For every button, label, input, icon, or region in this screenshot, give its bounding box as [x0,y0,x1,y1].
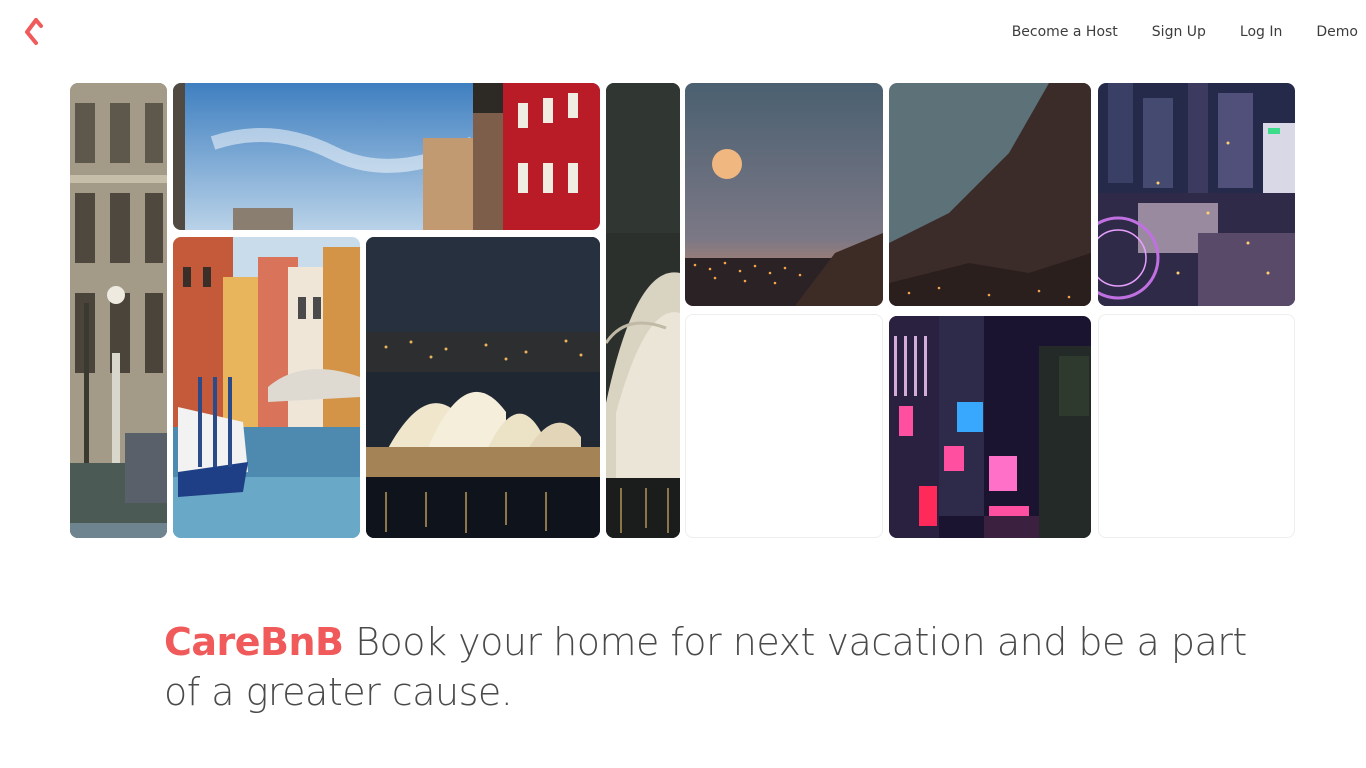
nav-log-in[interactable]: Log In [1240,24,1282,40]
nav-become-a-host[interactable]: Become a Host [1012,24,1118,40]
brand-name: CareBnB [164,620,344,664]
empty-image-placeholder [1098,314,1295,538]
empty-image-placeholder [685,314,883,538]
nav-demo[interactable]: Demo [1316,24,1358,40]
city-ferris-wheel-night-image [1098,83,1295,306]
full-moon-city-night-image [685,83,883,306]
opera-house-closeup-image [606,83,680,538]
mountain-dusk-image [889,83,1091,306]
hero-headline: CareBnB Book your home for next vacation… [164,617,1274,717]
carebnb-logo-icon[interactable] [22,18,46,46]
top-navigation: Become a Host Sign Up Log In Demo [978,20,1358,44]
venice-red-building-image [173,83,600,230]
tokyo-neon-street-image [889,316,1091,538]
nav-sign-up[interactable]: Sign Up [1152,24,1206,40]
venice-palazzo-image [70,83,167,538]
sydney-opera-house-image [366,237,600,538]
venice-canal-image [173,237,360,538]
